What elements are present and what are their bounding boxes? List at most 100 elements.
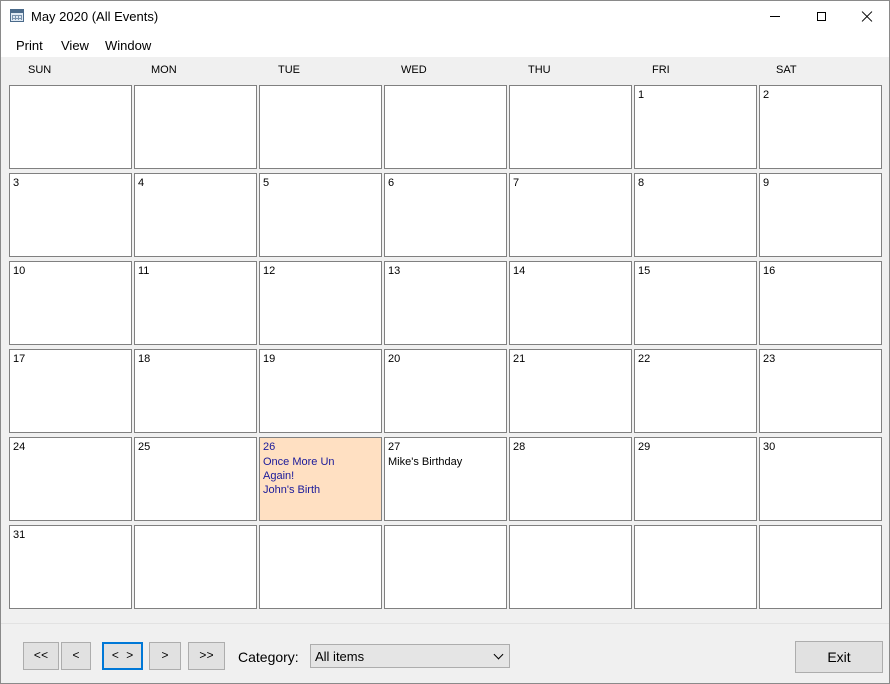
day-cell-8[interactable]: 8 (634, 173, 757, 257)
day-cell-11[interactable]: 11 (134, 261, 257, 345)
close-icon (861, 11, 873, 23)
day-number: 20 (388, 353, 401, 365)
day-number: 26 (263, 441, 276, 453)
today-button[interactable]: < > (102, 642, 143, 670)
day-number: 23 (763, 353, 776, 365)
day-number: 2 (763, 89, 770, 101)
day-number: 1 (638, 89, 645, 101)
last-button[interactable]: >> (188, 642, 225, 670)
minimize-icon (770, 16, 780, 17)
calendar-window: May 2020 (All Events) Print View Window … (0, 0, 890, 684)
day-number: 18 (138, 353, 151, 365)
exit-button[interactable]: Exit (795, 641, 883, 673)
day-cell-4[interactable]: 4 (134, 173, 257, 257)
event-item[interactable]: Once More Un (263, 455, 378, 469)
day-cell-26[interactable]: 26 Once More Un Again! John's Birth (259, 437, 382, 521)
day-cell-22[interactable]: 22 (634, 349, 757, 433)
day-number: 8 (638, 177, 645, 189)
menu-print[interactable]: Print (16, 38, 43, 53)
event-list: Mike's Birthday (388, 455, 503, 469)
day-cell-5[interactable]: 5 (259, 173, 382, 257)
day-number: 5 (263, 177, 270, 189)
day-cell-29[interactable]: 29 (634, 437, 757, 521)
day-cell-9[interactable]: 9 (759, 173, 882, 257)
day-number: 4 (138, 177, 145, 189)
day-cell-13[interactable]: 13 (384, 261, 507, 345)
day-cell-23[interactable]: 23 (759, 349, 882, 433)
menu-window[interactable]: Window (105, 38, 151, 53)
day-number: 6 (388, 177, 395, 189)
maximize-button[interactable] (798, 1, 844, 32)
day-cell-24[interactable]: 24 (9, 437, 132, 521)
day-cell-empty[interactable] (509, 85, 632, 169)
day-number: 10 (13, 265, 26, 277)
title-bar[interactable]: May 2020 (All Events) (1, 1, 889, 32)
category-selected-value: All items (315, 649, 365, 664)
day-cell-empty[interactable] (759, 525, 882, 609)
day-cell-6[interactable]: 6 (384, 173, 507, 257)
day-cell-empty[interactable] (509, 525, 632, 609)
day-cell-empty[interactable] (634, 525, 757, 609)
day-number: 12 (263, 265, 276, 277)
day-cell-18[interactable]: 18 (134, 349, 257, 433)
day-cell-12[interactable]: 12 (259, 261, 382, 345)
category-select[interactable]: All items (310, 644, 510, 668)
day-number: 17 (13, 353, 26, 365)
day-number: 30 (763, 441, 776, 453)
day-number: 15 (638, 265, 651, 277)
first-button[interactable]: << (23, 642, 59, 670)
day-number: 27 (388, 441, 401, 453)
day-cell-empty[interactable] (259, 525, 382, 609)
day-number: 19 (263, 353, 276, 365)
day-cell-17[interactable]: 17 (9, 349, 132, 433)
day-cell-7[interactable]: 7 (509, 173, 632, 257)
day-number: 7 (513, 177, 520, 189)
day-cell-19[interactable]: 19 (259, 349, 382, 433)
day-cell-25[interactable]: 25 (134, 437, 257, 521)
day-cell-14[interactable]: 14 (509, 261, 632, 345)
day-header-sat: SAT (776, 64, 797, 76)
day-header-mon: MON (151, 64, 177, 76)
day-cell-15[interactable]: 15 (634, 261, 757, 345)
event-item[interactable]: John's Birth (263, 483, 378, 497)
day-header-wed: WED (401, 64, 427, 76)
day-number: 16 (763, 265, 776, 277)
event-item[interactable]: Again! (263, 469, 378, 483)
next-button[interactable]: > (149, 642, 181, 670)
day-number: 11 (138, 265, 150, 277)
day-number: 29 (638, 441, 651, 453)
day-number: 13 (388, 265, 401, 277)
day-number: 24 (13, 441, 26, 453)
day-cell-3[interactable]: 3 (9, 173, 132, 257)
day-cell-10[interactable]: 10 (9, 261, 132, 345)
day-header-fri: FRI (652, 64, 670, 76)
prev-button[interactable]: < (61, 642, 91, 670)
day-cell-empty[interactable] (9, 85, 132, 169)
day-number: 28 (513, 441, 526, 453)
day-cell-31[interactable]: 31 (9, 525, 132, 609)
window-title: May 2020 (All Events) (31, 9, 159, 24)
separator (1, 623, 889, 624)
day-cell-empty[interactable] (134, 85, 257, 169)
day-cell-empty[interactable] (384, 525, 507, 609)
day-cell-21[interactable]: 21 (509, 349, 632, 433)
day-header-sun: SUN (28, 64, 52, 76)
day-cell-16[interactable]: 16 (759, 261, 882, 345)
day-cell-28[interactable]: 28 (509, 437, 632, 521)
menu-view[interactable]: View (61, 38, 89, 53)
day-cell-2[interactable]: 2 (759, 85, 882, 169)
day-cell-30[interactable]: 30 (759, 437, 882, 521)
day-number: 14 (513, 265, 526, 277)
close-button[interactable] (844, 1, 890, 32)
day-cell-1[interactable]: 1 (634, 85, 757, 169)
day-number: 22 (638, 353, 651, 365)
day-cell-empty[interactable] (259, 85, 382, 169)
day-cell-20[interactable]: 20 (384, 349, 507, 433)
day-number: 31 (13, 529, 26, 541)
day-cell-empty[interactable] (134, 525, 257, 609)
minimize-button[interactable] (752, 1, 798, 32)
day-cell-empty[interactable] (384, 85, 507, 169)
event-item[interactable]: Mike's Birthday (388, 455, 503, 469)
menu-bar: Print View Window (1, 32, 889, 58)
day-cell-27[interactable]: 27 Mike's Birthday (384, 437, 507, 521)
